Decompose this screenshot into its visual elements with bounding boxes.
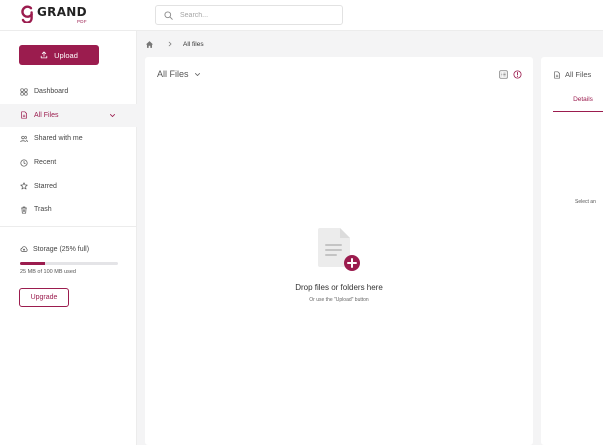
storage-progress-bar <box>20 262 118 265</box>
star-icon <box>20 182 28 190</box>
sidebar-nav: Dashboard All Files Shared with me Recen… <box>0 80 137 222</box>
breadcrumb-current: All files <box>183 40 204 48</box>
sidebar-item-shared[interactable]: Shared with me <box>0 127 137 151</box>
tab-details[interactable]: Details <box>553 93 603 112</box>
list-view-icon[interactable] <box>499 70 508 79</box>
sidebar-item-dashboard[interactable]: Dashboard <box>0 80 137 104</box>
drop-zone-subtitle: Or use the "Upload" button <box>309 297 369 303</box>
storage-used-text: 25 MB of 100 MB used <box>20 269 76 275</box>
sidebar-item-starred[interactable]: Starred <box>0 174 137 198</box>
upgrade-button[interactable]: Upgrade <box>19 288 69 307</box>
sidebar-item-label: Recent <box>34 159 57 167</box>
document-add-icon <box>318 228 360 271</box>
sidebar-divider <box>0 226 136 227</box>
search-icon <box>164 10 173 20</box>
details-panel: All Files Details Select an <box>541 57 603 445</box>
details-title: All Files <box>553 70 591 79</box>
file-icon <box>21 111 27 119</box>
logo[interactable]: GRAND PDF <box>20 5 87 27</box>
sidebar-item-all-files[interactable]: All Files <box>0 103 137 128</box>
search-input[interactable] <box>180 11 330 19</box>
top-bar: GRAND PDF <box>0 0 603 31</box>
sidebar-item-label: Shared with me <box>34 135 83 143</box>
sidebar-item-label: All Files <box>34 111 59 119</box>
info-icon[interactable] <box>513 70 522 79</box>
users-icon <box>20 135 28 143</box>
sidebar-item-trash[interactable]: Trash <box>0 198 137 222</box>
trash-icon <box>21 206 27 214</box>
home-icon[interactable] <box>145 40 154 49</box>
chevron-down-icon[interactable] <box>109 112 116 119</box>
upload-button-label: Upload <box>54 50 78 60</box>
details-empty-text: Select an <box>575 199 596 205</box>
storage-label-text: Storage (25% full) <box>33 245 90 253</box>
details-title-text: All Files <box>565 70 592 79</box>
file-view-selector[interactable]: All Files <box>157 69 201 79</box>
upload-icon <box>40 51 48 59</box>
search-box[interactable] <box>155 5 343 25</box>
storage-progress-fill <box>20 262 45 265</box>
logo-wordmark: GRAND <box>37 5 87 19</box>
sidebar-item-recent[interactable]: Recent <box>0 151 137 175</box>
drop-zone-title: Drop files or folders here <box>295 283 383 292</box>
dashboard-icon <box>20 88 28 96</box>
grand-logo-icon <box>21 5 33 23</box>
logo-subtitle: PDF <box>76 19 87 24</box>
file-icon <box>554 70 560 79</box>
clock-icon <box>20 159 28 167</box>
panel-title: All Files <box>157 69 189 79</box>
sidebar-item-label: Trash <box>34 206 52 214</box>
chevron-right-icon <box>168 41 172 47</box>
storage-label: Storage (25% full) <box>20 245 89 253</box>
upload-button[interactable]: Upload <box>19 45 99 65</box>
sidebar-item-label: Starred <box>34 182 57 190</box>
sidebar: Upload Dashboard All Files Shared with m… <box>0 31 137 445</box>
sidebar-item-label: Dashboard <box>34 88 69 96</box>
cloud-icon <box>20 246 28 252</box>
breadcrumb: All files <box>145 38 204 50</box>
file-list-panel[interactable]: All Files Drop files or folders here Or … <box>145 57 533 445</box>
chevron-down-icon <box>194 72 200 76</box>
